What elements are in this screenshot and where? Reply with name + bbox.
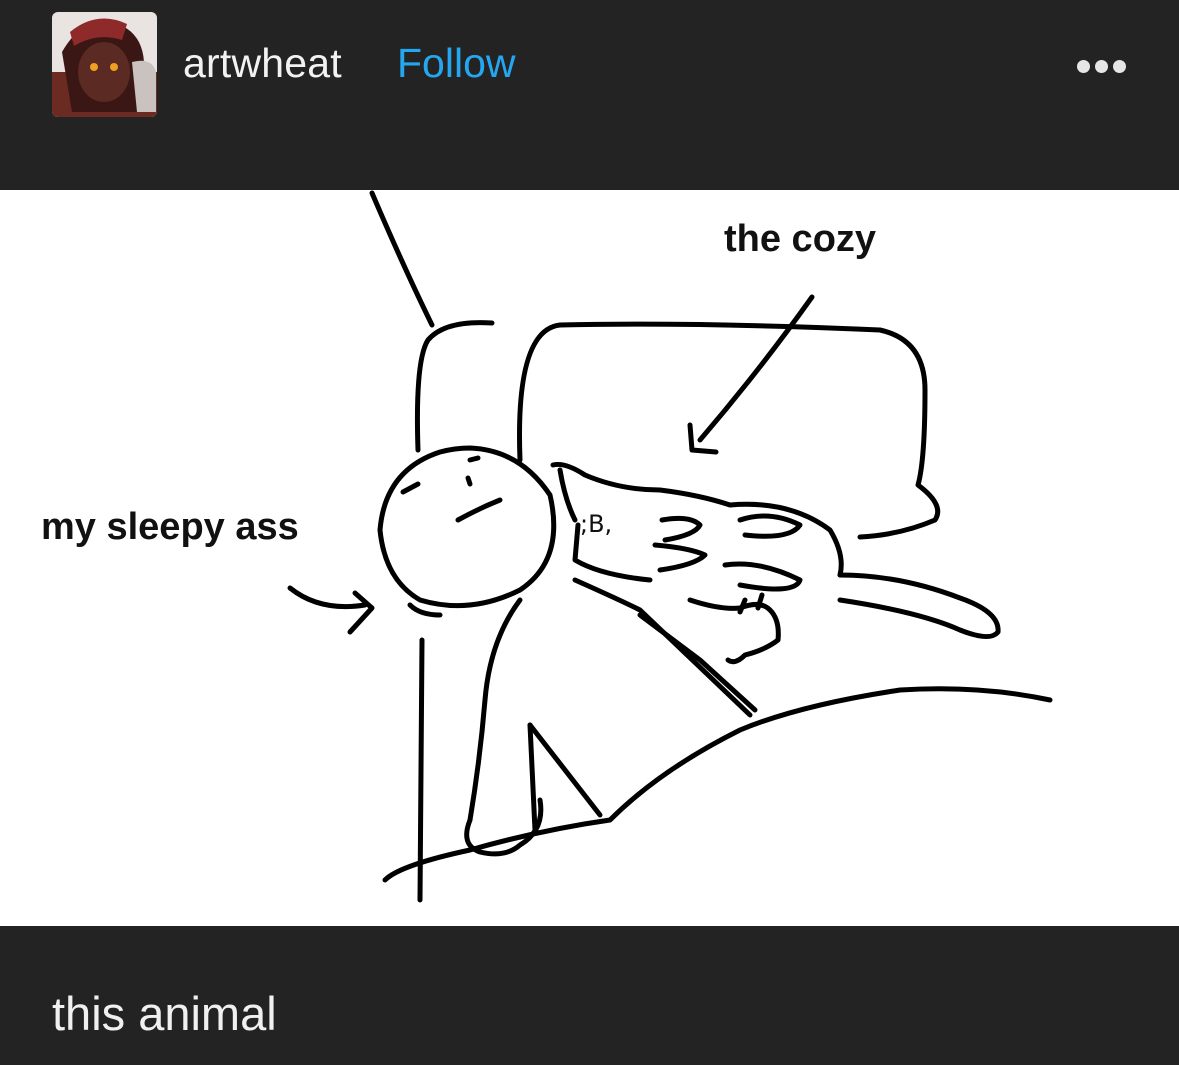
cat-face-mark: ;B, bbox=[580, 510, 613, 538]
post-card: artwheat Follow the cozy my sleepy ass ;… bbox=[0, 0, 1179, 1065]
dot bbox=[1076, 59, 1090, 73]
label-the-cozy: the cozy bbox=[724, 218, 877, 260]
avatar[interactable] bbox=[52, 12, 157, 117]
label-my-sleepy-ass: my sleepy ass bbox=[41, 506, 299, 548]
post-image: the cozy my sleepy ass ;B, bbox=[0, 190, 1179, 926]
follow-button[interactable]: Follow bbox=[397, 40, 515, 87]
dot bbox=[1112, 59, 1126, 73]
dot bbox=[1094, 59, 1108, 73]
post-caption: this animal bbox=[52, 987, 277, 1040]
post-header: artwheat Follow bbox=[0, 0, 1179, 190]
ellipsis-icon[interactable] bbox=[1066, 46, 1136, 86]
avatar-image bbox=[52, 12, 157, 117]
comic-drawing bbox=[287, 190, 1053, 903]
username[interactable]: artwheat bbox=[183, 40, 342, 87]
